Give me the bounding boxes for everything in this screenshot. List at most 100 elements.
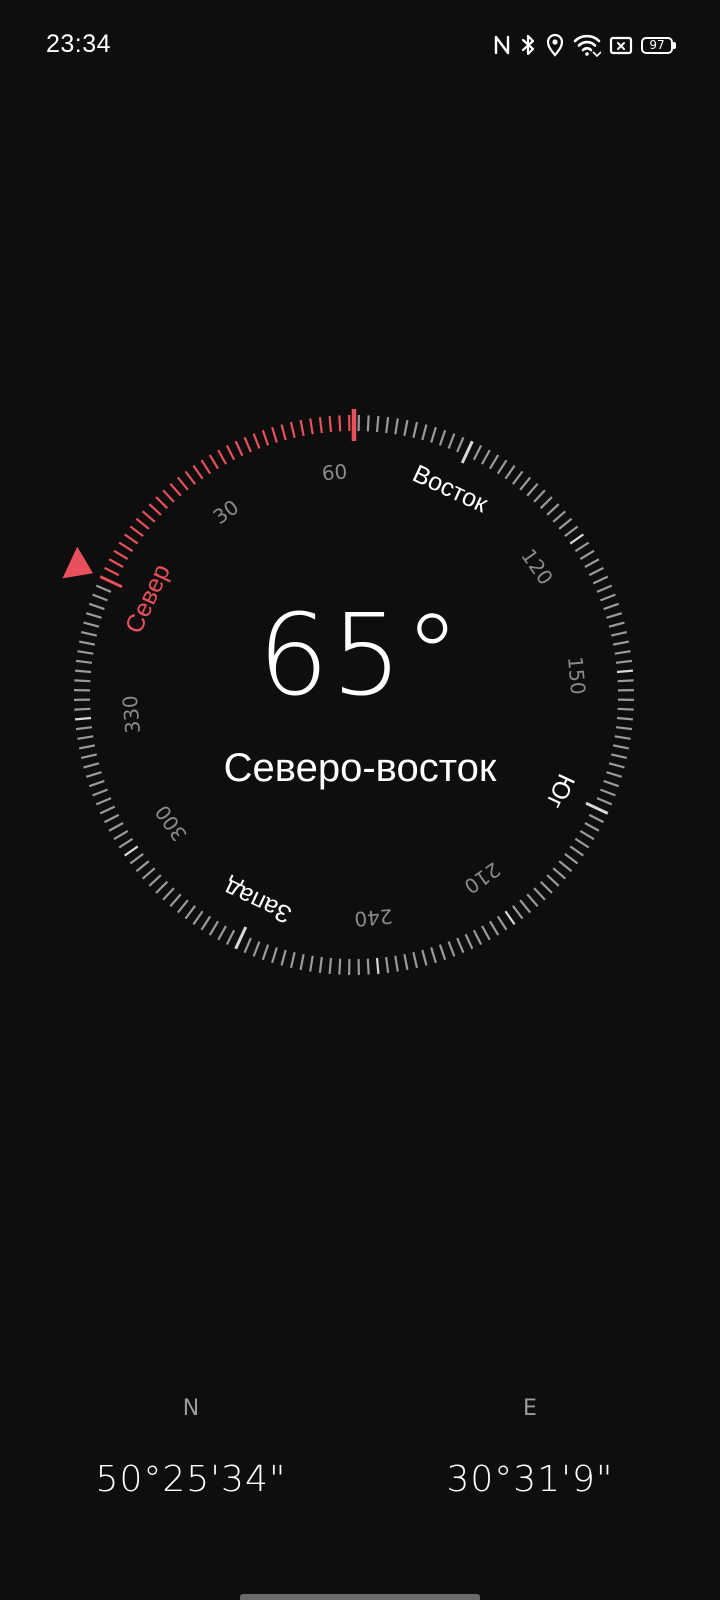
latitude-value: 50°25'34" (95, 1459, 287, 1500)
degree-label: 60 (321, 459, 348, 485)
compass-tick (616, 716, 634, 721)
compass-tick (504, 910, 516, 925)
compass-tick (217, 449, 227, 465)
compass-tick (385, 416, 390, 434)
compass-tick (338, 958, 342, 975)
compass-tick (135, 517, 150, 530)
compass-tick (585, 801, 609, 815)
longitude: E 30°31'9" (380, 1395, 680, 1501)
compass-tick (366, 415, 370, 432)
compass-tick (225, 929, 236, 945)
compass-tick (496, 459, 508, 475)
compass-tick (135, 860, 150, 873)
longitude-label: E (523, 1396, 537, 1421)
compass-tick (489, 920, 500, 936)
status-time: 23:34 (46, 30, 112, 58)
compass-tick (539, 496, 553, 510)
compass-tick (596, 584, 613, 593)
heading-direction: Северо-восток (223, 746, 497, 790)
compass-tick (271, 947, 278, 964)
compass-tick (299, 419, 305, 437)
compass-tick (118, 837, 134, 849)
compass-tick (496, 915, 508, 931)
compass-tick (456, 937, 465, 954)
degree-label: 240 (353, 904, 393, 931)
north-marker-icon (62, 546, 93, 579)
compass-tick (74, 716, 92, 721)
compass-tick (124, 845, 139, 857)
battery-icon: 97 (641, 36, 676, 54)
compass-tick (280, 424, 287, 441)
compass-tick (113, 830, 129, 841)
compass-tick (184, 470, 196, 485)
compass-tick (225, 445, 236, 461)
compass-tick (318, 956, 323, 974)
compass-tick (271, 426, 278, 443)
status-bar: 23:34 97 (0, 0, 720, 90)
compass-tick (129, 853, 144, 865)
coordinates-panel: N 50°25'34" E 30°31'9" (0, 1395, 720, 1515)
compass-tick (546, 874, 560, 887)
compass-tick (489, 454, 500, 470)
compass-tick (366, 958, 370, 975)
compass-tick (309, 418, 314, 435)
compass-tick (141, 510, 156, 523)
compass-tick (169, 482, 182, 497)
compass-tick (148, 503, 162, 516)
compass-tick (95, 584, 112, 593)
compass-tick (615, 726, 633, 731)
compass-tick (533, 489, 546, 503)
degree-label: 210 (460, 857, 505, 899)
compass-tick (564, 853, 579, 865)
compass-tick (234, 926, 248, 950)
compass-tick (481, 925, 491, 941)
compass-tick (217, 925, 227, 941)
compass-tick (574, 837, 590, 849)
compass-tick (539, 880, 553, 894)
compass-tick (375, 957, 380, 975)
compass-tick (512, 470, 524, 485)
compass-tick (569, 845, 584, 857)
compass-tick (472, 929, 483, 945)
compass-tick (104, 813, 120, 824)
compass-tick (129, 525, 144, 537)
compass-tick (558, 517, 573, 530)
compass-tick (552, 510, 567, 523)
compass-tick (588, 566, 604, 577)
compass-tick (124, 533, 139, 545)
compass-tick (394, 955, 399, 972)
compass-tick (77, 735, 94, 740)
compass-tick (526, 482, 539, 497)
compass-tick (200, 459, 212, 475)
compass-tick (234, 440, 244, 457)
compass-tick (155, 880, 169, 894)
compass-tick (447, 433, 456, 449)
compass-tick (75, 726, 93, 731)
compass-tick (385, 956, 390, 974)
compass-tick (526, 893, 539, 908)
home-indicator[interactable] (240, 1594, 480, 1600)
compass-tick (155, 496, 169, 510)
compass-tick (328, 957, 333, 975)
compass-tick (252, 433, 261, 449)
compass-tick (261, 944, 270, 961)
compass-tick (289, 951, 296, 969)
compass-tick (472, 445, 483, 461)
compass-tick (280, 949, 287, 966)
compass-tick (430, 947, 437, 964)
compass-tick (141, 867, 156, 880)
compass-tick (192, 910, 204, 925)
compass-tick (184, 905, 196, 920)
compass-tick (592, 575, 609, 585)
compass-tick (614, 735, 631, 740)
compass-tick (438, 944, 447, 961)
compass-tick (519, 476, 532, 491)
compass-tick (243, 937, 252, 954)
compass-tick (546, 503, 560, 516)
compass-tick (569, 533, 584, 545)
compass-tick (460, 440, 474, 464)
compass-tick (338, 415, 342, 432)
degree-label: 300 (150, 801, 192, 846)
compass-tick (394, 418, 399, 435)
compass-screen: 23:34 97 30 60 120 150 210 240 300 330 С… (0, 0, 720, 1600)
